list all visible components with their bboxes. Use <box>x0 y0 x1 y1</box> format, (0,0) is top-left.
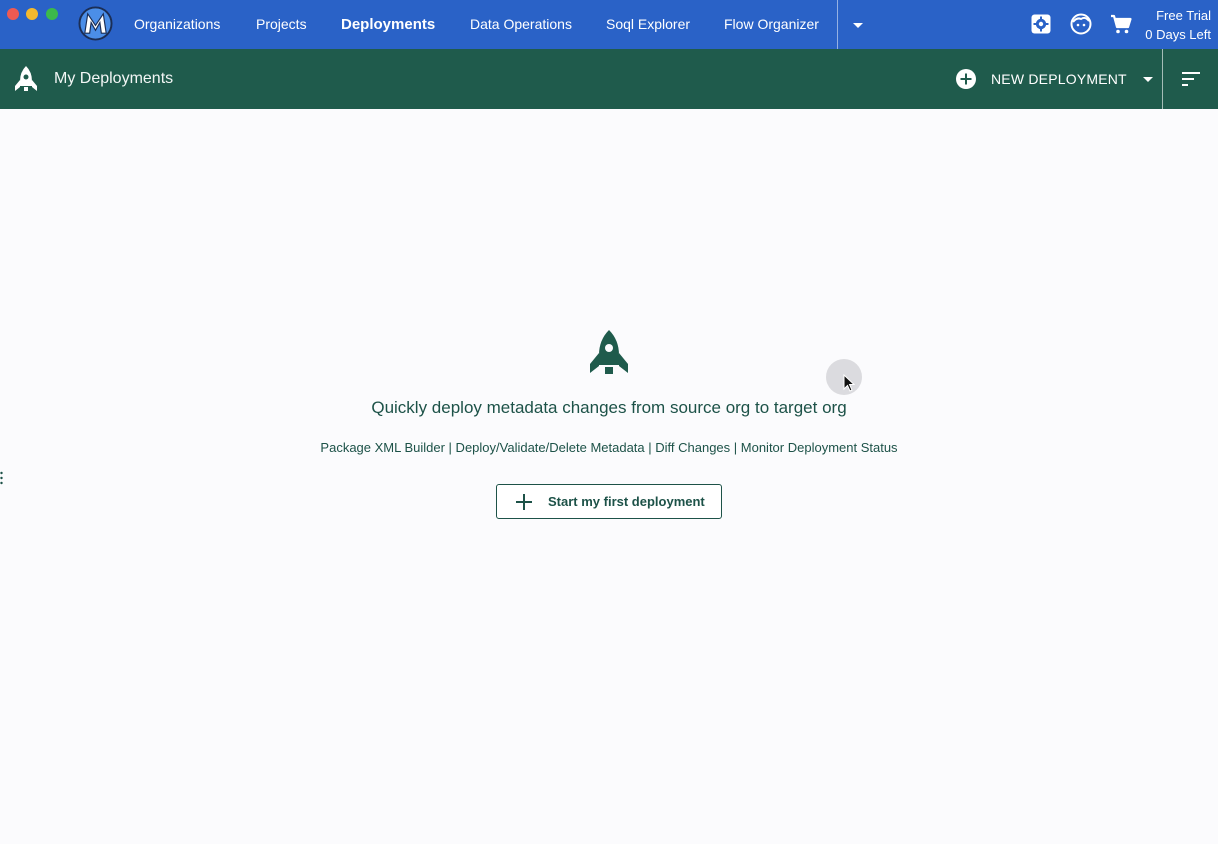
empty-state-heading: Quickly deploy metadata changes from sou… <box>371 398 847 417</box>
start-first-deployment-label: Start my first deployment <box>548 494 705 509</box>
caret-down-icon[interactable] <box>849 16 867 34</box>
main-content: Quickly deploy metadata changes from sou… <box>0 109 1218 844</box>
add-circle-icon <box>956 69 976 89</box>
drag-handle-icon[interactable] <box>0 471 3 485</box>
plus-icon <box>516 493 532 510</box>
empty-state-features: Package XML Builder | Deploy/Validate/De… <box>320 440 898 455</box>
nav-projects[interactable]: Projects <box>256 0 307 49</box>
window-zoom-button[interactable] <box>46 8 58 20</box>
nav-data-operations[interactable]: Data Operations <box>470 0 572 49</box>
trial-status[interactable]: Free Trial 0 Days Left <box>1145 6 1211 44</box>
new-deployment-label: NEW DEPLOYMENT <box>991 71 1127 87</box>
window-minimize-button[interactable] <box>26 8 38 20</box>
window-close-button[interactable] <box>7 8 19 20</box>
nav-soql-explorer[interactable]: Soql Explorer <box>606 0 690 49</box>
top-nav-bar: Organizations Projects Deployments Data … <box>0 0 1218 49</box>
settings-icon[interactable] <box>1029 12 1053 36</box>
chevron-down-icon[interactable] <box>1141 72 1155 86</box>
app-logo[interactable] <box>78 6 113 41</box>
rocket-icon <box>590 330 628 374</box>
trial-days-left: 0 Days Left <box>1145 27 1211 42</box>
rocket-icon <box>15 66 37 91</box>
mouse-pointer-icon <box>843 374 855 392</box>
sort-icon[interactable] <box>1180 68 1202 90</box>
new-deployment-button[interactable]: NEW DEPLOYMENT <box>955 66 1155 92</box>
nav-flow-organizer[interactable]: Flow Organizer <box>724 0 819 49</box>
page-title: My Deployments <box>54 70 174 87</box>
nav-divider <box>837 0 838 49</box>
trial-label: Free Trial <box>1156 8 1211 23</box>
profile-icon[interactable] <box>1069 12 1093 36</box>
header-divider <box>1162 49 1163 109</box>
start-first-deployment-button[interactable]: Start my first deployment <box>496 484 722 519</box>
cart-icon[interactable] <box>1109 12 1133 36</box>
page-header: My Deployments NEW DEPLOYMENT <box>0 49 1218 109</box>
nav-deployments[interactable]: Deployments <box>341 0 435 49</box>
nav-organizations[interactable]: Organizations <box>134 0 220 49</box>
